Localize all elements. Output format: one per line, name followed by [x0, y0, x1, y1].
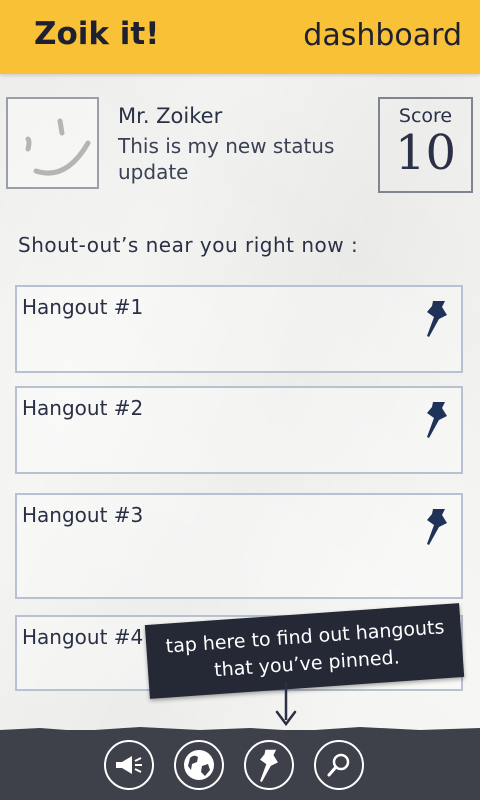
search-icon — [327, 753, 350, 777]
app-title: Zoik it! — [34, 16, 160, 52]
pin-icon[interactable] — [423, 507, 451, 545]
score-label: Score — [398, 105, 453, 127]
app-bar — [0, 730, 480, 800]
profile-status: This is my new status update — [118, 134, 335, 184]
pin-icon — [260, 749, 278, 782]
section-heading: Shout-out’s near you right now : — [18, 233, 359, 257]
hangout-label: Hangout #1 — [22, 295, 144, 319]
app-header: Zoik it! dashboard — [0, 0, 480, 74]
hangout-label: Hangout #2 — [22, 396, 144, 420]
globe-icon — [184, 750, 214, 780]
hangout-label: Hangout #4 — [22, 625, 144, 649]
pin-icon[interactable] — [423, 400, 451, 438]
profile-name: Mr. Zoiker — [118, 104, 223, 128]
shout-out-button[interactable] — [104, 740, 154, 790]
score-box: Score 10 — [378, 97, 473, 193]
explore-button[interactable] — [174, 740, 224, 790]
tooltip-text: tap here to find out hangouts that you’v… — [164, 616, 446, 682]
hangout-label: Hangout #3 — [22, 503, 144, 527]
dashboard-link[interactable]: dashboard — [303, 18, 462, 53]
hangout-card[interactable]: Hangout #3 — [15, 493, 463, 599]
hangout-card[interactable]: Hangout #2 — [15, 386, 463, 474]
pinned-hangouts-button[interactable] — [244, 740, 294, 790]
score-value: 10 — [394, 125, 457, 181]
megaphone-icon — [116, 756, 142, 774]
search-button[interactable] — [314, 740, 364, 790]
avatar[interactable] — [6, 97, 99, 189]
smiley-face-icon — [25, 118, 91, 176]
hangout-card[interactable]: Hangout #1 — [15, 285, 463, 373]
pin-icon[interactable] — [423, 299, 451, 337]
